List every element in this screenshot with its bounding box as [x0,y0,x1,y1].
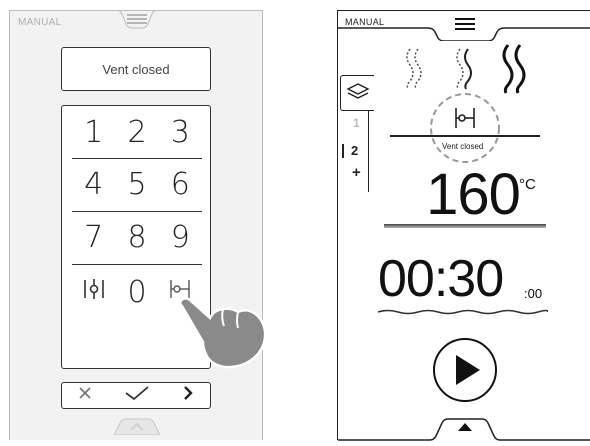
steam-high-icon [502,44,526,94]
cancel-button[interactable] [78,386,92,405]
key-9[interactable]: 9 [160,220,200,255]
key-4[interactable]: 4 [74,167,114,202]
vent-status-text: Vent closed [442,142,484,151]
start-button[interactable] [432,337,498,403]
vent-open-icon [83,278,104,299]
keypad-action-bar [61,382,211,409]
key-6[interactable]: 6 [160,167,200,202]
bottom-tab[interactable] [113,415,161,436]
bottom-tab[interactable] [338,409,590,441]
key-5[interactable]: 5 [117,167,157,202]
check-icon [125,386,149,401]
chevron-up-icon [338,418,590,441]
menu-button[interactable] [453,17,477,33]
menu-button[interactable] [110,9,164,34]
selected-level-marker [342,144,344,158]
vent-closed-icon [455,108,475,128]
chevron-up-icon [113,418,161,436]
play-icon [433,338,497,402]
timer-value[interactable]: 00:30 [378,249,504,309]
steam-high-button[interactable] [496,43,532,95]
chevron-right-icon [184,386,193,400]
mode-label: MANUAL [18,17,62,28]
steam-medium-icon [456,48,472,90]
key-0[interactable]: 0 [117,275,157,310]
key-1[interactable]: 1 [74,115,114,150]
keypad-row-2: 4 5 6 [72,160,202,208]
key-7[interactable]: 7 [74,220,114,255]
vent-status-display: Vent closed [61,47,211,91]
temperature-unit: °C [519,176,536,193]
close-icon [79,387,91,399]
shelf-level-2[interactable]: 2 [351,143,358,158]
hand-pointer-icon [179,297,267,369]
layers-icon [346,83,370,99]
cooking-screen: MANUAL 1 2 + Vent closed 160 °C 00:30:0… [337,10,590,441]
vent-status-text: Vent closed [102,61,170,77]
key-3[interactable]: 3 [160,115,200,150]
keypad-screen: MANUAL Vent closed 1 2 3 4 5 6 7 8 9 0 [9,9,263,440]
steam-low-button[interactable] [400,47,430,91]
pointer-hand-illustration [176,296,270,372]
shelf-level-1[interactable]: 1 [353,116,360,130]
menu-icon [455,18,475,30]
vent-control[interactable] [428,91,502,165]
keypad-row-3: 7 8 9 [72,213,202,261]
steam-medium-button[interactable] [450,47,480,91]
menu-icon [110,9,164,29]
steam-low-icon [406,48,422,90]
divider [72,158,202,159]
timer-seconds: :00 [524,286,543,301]
vent-open-key[interactable] [74,275,114,310]
divider [72,211,202,212]
shelf-level-selector: 1 2 + [340,110,369,192]
temperature-underline [384,224,546,228]
next-button[interactable] [182,385,194,406]
temperature-value[interactable]: 160 [413,161,533,228]
timer-underline [377,303,549,315]
divider [72,264,202,265]
shelf-layers-tab[interactable] [340,75,374,111]
key-8[interactable]: 8 [117,220,157,255]
keypad-row-1: 1 2 3 [72,108,202,156]
steam-underline [390,135,540,137]
key-2[interactable]: 2 [117,115,157,150]
confirm-button[interactable] [124,385,150,406]
shelf-level-add[interactable]: + [352,164,361,181]
